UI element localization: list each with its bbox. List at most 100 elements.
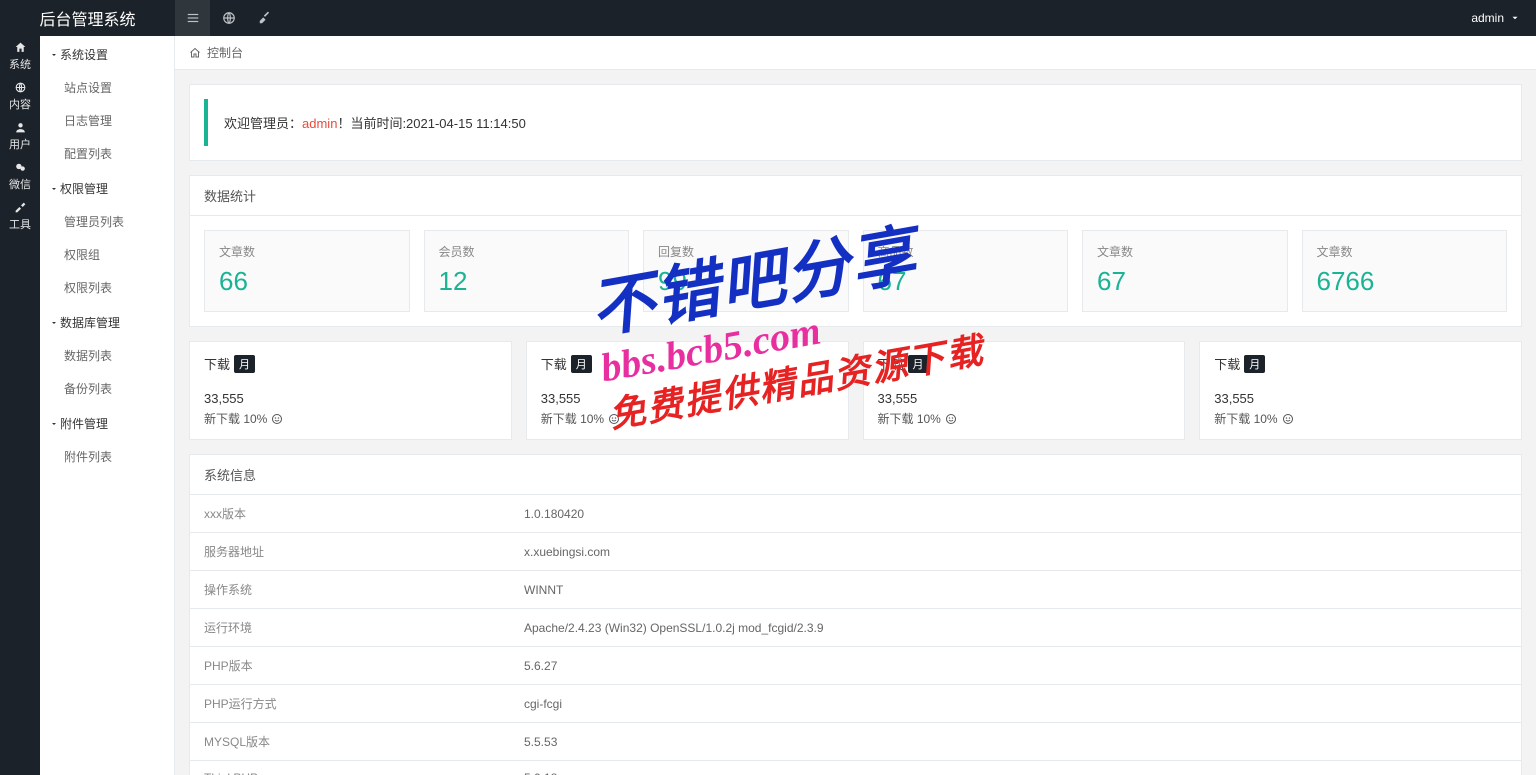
download-value: 33,555 — [541, 391, 834, 406]
menu-item[interactable]: 附件列表 — [40, 440, 174, 473]
download-value: 33,555 — [878, 391, 1171, 406]
sysinfo-value: WINNT — [510, 571, 1521, 609]
menu-item[interactable]: 管理员列表 — [40, 205, 174, 238]
user-name: admin — [1471, 11, 1504, 25]
sysinfo-key: MYSQL版本 — [190, 723, 510, 761]
stat-label: 文章数 — [1317, 243, 1493, 260]
smile-icon — [945, 413, 957, 425]
sysinfo-value: x.xuebingsi.com — [510, 533, 1521, 571]
sysinfo-row: ThinkPHP5.0.18 — [190, 761, 1521, 775]
sysinfo-value: 5.5.53 — [510, 723, 1521, 761]
sysinfo-key: 运行环境 — [190, 609, 510, 647]
smile-icon — [271, 413, 283, 425]
sysinfo-value: cgi-fcgi — [510, 685, 1521, 723]
breadcrumb: 控制台 — [175, 36, 1536, 70]
smile-icon — [608, 413, 620, 425]
home-icon — [14, 41, 27, 54]
welcome-user: admin — [302, 116, 337, 131]
menu-group-attachment[interactable]: 附件管理 — [40, 405, 174, 440]
icon-sidebar: 系统 内容 用户 微信 工具 — [0, 36, 40, 775]
download-card: 下载 月33,555新下载 10% — [863, 341, 1186, 440]
menu-group-permission[interactable]: 权限管理 — [40, 170, 174, 205]
globe-icon — [222, 11, 236, 25]
app-title: 后台管理系统 — [0, 6, 175, 30]
download-title: 下载 月 — [1214, 354, 1507, 373]
sysinfo-row: xxx版本1.0.180420 — [190, 495, 1521, 533]
breadcrumb-label: 控制台 — [207, 44, 243, 61]
download-value: 33,555 — [1214, 391, 1507, 406]
stat-label: 回复数 — [658, 243, 834, 260]
sidebar-item-user[interactable]: 用户 — [0, 116, 40, 156]
download-card: 下载 月33,555新下载 10% — [526, 341, 849, 440]
menu-item[interactable]: 权限组 — [40, 238, 174, 271]
stat-card: 文章数67 — [1082, 230, 1288, 312]
globe-icon — [14, 81, 27, 94]
stats-panel: 数据统计 文章数66会员数12回复数99商品数67文章数67文章数6766 — [189, 175, 1522, 327]
period-tag: 月 — [571, 355, 592, 373]
sidebar-item-tools[interactable]: 工具 — [0, 196, 40, 236]
menu-group-system[interactable]: 系统设置 — [40, 36, 174, 71]
wrench-icon — [14, 201, 27, 214]
caret-down-icon — [50, 420, 58, 428]
stat-value: 6766 — [1317, 266, 1493, 297]
main-area: 控制台 欢迎管理员：admin！当前时间:2021-04-15 11:14:50… — [175, 36, 1536, 775]
topbar: 后台管理系统 admin — [0, 0, 1536, 36]
broom-icon — [258, 11, 272, 25]
clear-cache-button[interactable] — [247, 0, 283, 36]
stat-label: 文章数 — [219, 243, 395, 260]
download-card: 下载 月33,555新下载 10% — [189, 341, 512, 440]
menu-item[interactable]: 备份列表 — [40, 372, 174, 405]
download-sub: 新下载 10% — [878, 410, 1171, 427]
stat-card: 文章数 6766 — [1302, 230, 1508, 312]
welcome-panel: 欢迎管理员：admin！当前时间:2021-04-15 11:14:50 — [189, 84, 1522, 161]
sidebar-item-wechat[interactable]: 微信 — [0, 156, 40, 196]
period-tag: 月 — [234, 355, 255, 373]
download-sub: 新下载 10% — [1214, 410, 1507, 427]
download-sub: 新下载 10% — [541, 410, 834, 427]
sysinfo-panel: 系统信息 xxx版本1.0.180420服务器地址x.xuebingsi.com… — [189, 454, 1522, 775]
sysinfo-row: MYSQL版本5.5.53 — [190, 723, 1521, 761]
period-tag: 月 — [1244, 355, 1265, 373]
menu-item[interactable]: 站点设置 — [40, 71, 174, 104]
stat-label: 会员数 — [439, 243, 615, 260]
home-icon — [189, 47, 201, 59]
refresh-button[interactable] — [211, 0, 247, 36]
stat-label: 商品数 — [878, 243, 1054, 260]
sysinfo-key: 服务器地址 — [190, 533, 510, 571]
period-tag: 月 — [908, 355, 929, 373]
menu-toggle-button[interactable] — [175, 0, 211, 36]
smile-icon — [1282, 413, 1294, 425]
stat-card: 回复数99 — [643, 230, 849, 312]
sysinfo-table: xxx版本1.0.180420服务器地址x.xuebingsi.com操作系统W… — [190, 495, 1521, 775]
sysinfo-value: Apache/2.4.23 (Win32) OpenSSL/1.0.2j mod… — [510, 609, 1521, 647]
sysinfo-key: ThinkPHP — [190, 761, 510, 775]
stat-card: 会员数 12 — [424, 230, 630, 312]
stat-label: 文章数 — [1097, 243, 1273, 260]
sysinfo-row: 服务器地址x.xuebingsi.com — [190, 533, 1521, 571]
download-sub: 新下载 10% — [204, 410, 497, 427]
stat-value: 67 — [878, 266, 1054, 297]
caret-down-icon — [50, 319, 58, 327]
sysinfo-row: 操作系统WINNT — [190, 571, 1521, 609]
wechat-icon — [14, 161, 27, 174]
sysinfo-value: 1.0.180420 — [510, 495, 1521, 533]
sysinfo-key: PHP版本 — [190, 647, 510, 685]
download-title: 下载 月 — [204, 354, 497, 373]
download-row: 下载 月33,555新下载 10% 下载 月33,555新下载 10% 下载 月… — [189, 341, 1522, 440]
welcome-message: 欢迎管理员：admin！当前时间:2021-04-15 11:14:50 — [204, 99, 1507, 146]
caret-down-icon — [1510, 13, 1520, 23]
sidebar-item-system[interactable]: 系统 — [0, 36, 40, 76]
menu-item[interactable]: 配置列表 — [40, 137, 174, 170]
menu-item[interactable]: 权限列表 — [40, 271, 174, 304]
user-menu[interactable]: admin — [1471, 11, 1536, 25]
user-icon — [14, 121, 27, 134]
menu-item[interactable]: 数据列表 — [40, 339, 174, 372]
content: 欢迎管理员：admin！当前时间:2021-04-15 11:14:50 数据统… — [175, 70, 1536, 775]
stat-value: 12 — [439, 266, 615, 297]
menu-item[interactable]: 日志管理 — [40, 104, 174, 137]
sidebar-item-content[interactable]: 内容 — [0, 76, 40, 116]
sysinfo-row: PHP版本5.6.27 — [190, 647, 1521, 685]
stat-card: 文章数66 — [204, 230, 410, 312]
secondary-menu: 系统设置 站点设置 日志管理 配置列表 权限管理 管理员列表 权限组 权限列表 … — [40, 36, 175, 775]
menu-group-database[interactable]: 数据库管理 — [40, 304, 174, 339]
